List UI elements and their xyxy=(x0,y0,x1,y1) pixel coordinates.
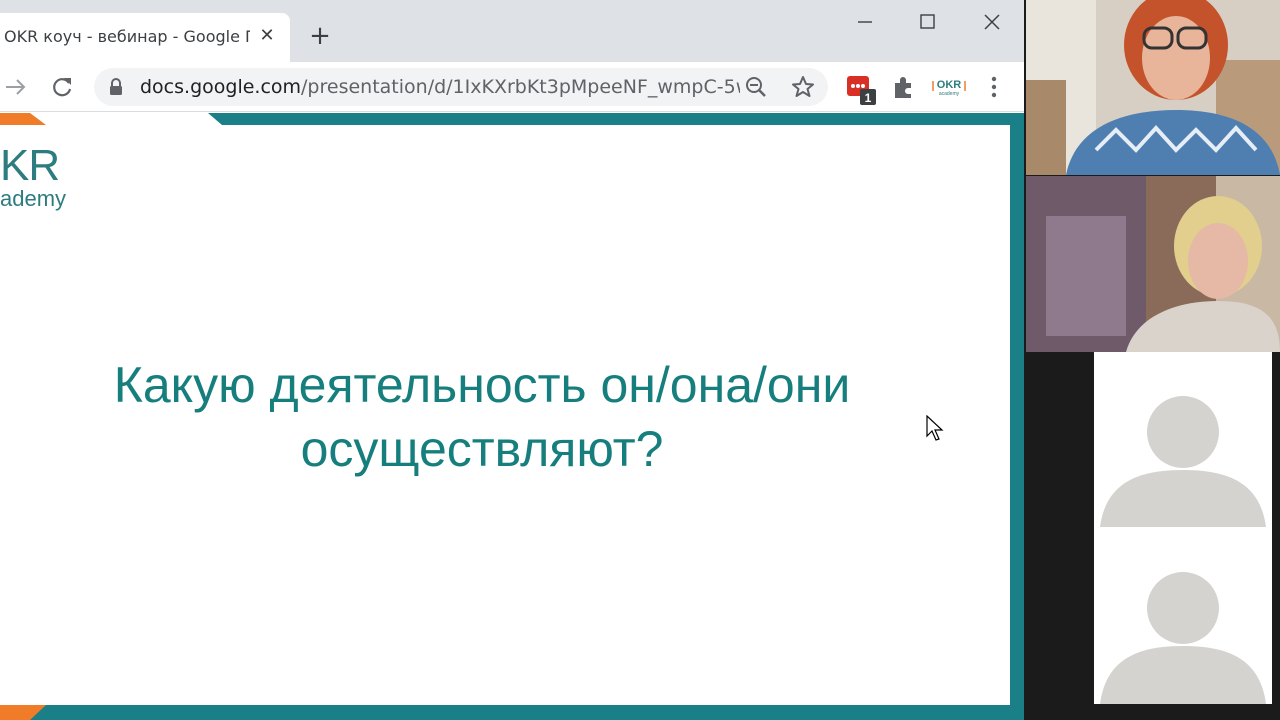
address-bar[interactable]: docs.google.com/presentation/d/1IxKXrbKt… xyxy=(94,68,828,106)
url-host: docs.google.com xyxy=(140,76,302,98)
extensions-puzzle-icon[interactable] xyxy=(891,74,917,100)
presentation-slide: KR ademy Какую деятельность он/она/они о… xyxy=(0,113,1024,720)
participant-video-2[interactable] xyxy=(1026,176,1280,352)
meet-extension-icon[interactable]: 1 xyxy=(846,75,876,105)
video-participants-panel xyxy=(1024,0,1280,720)
forward-arrow-icon[interactable] xyxy=(2,73,30,101)
lock-icon xyxy=(110,78,122,95)
okr-academy-logo: KR ademy xyxy=(0,143,80,213)
participant-2-video-image xyxy=(1026,176,1280,352)
reload-icon[interactable] xyxy=(48,73,76,101)
browser-menu-icon[interactable] xyxy=(982,74,1006,100)
url-path: /presentation/d/1IxKXrbKt3pMpeeNF_wmpC-5… xyxy=(301,76,740,98)
maximize-icon[interactable] xyxy=(908,6,948,38)
tab-presentation[interactable]: OKR коуч - вебинар - Google П ✕ xyxy=(0,13,290,62)
participant-1-video-image xyxy=(1026,0,1280,175)
user-placeholder-icon xyxy=(1094,352,1272,532)
minimize-icon[interactable] xyxy=(845,6,885,38)
bookmark-star-icon[interactable] xyxy=(790,74,816,100)
slide-question: Какую деятельность он/она/они осуществля… xyxy=(30,353,934,481)
slide-question-line-2: осуществляют? xyxy=(300,421,664,477)
okr-academy-extension-icon[interactable]: OKR academy xyxy=(930,77,968,97)
participant-avatar-3[interactable] xyxy=(1094,352,1272,532)
okr-ext-sublabel: academy xyxy=(939,91,960,97)
tab-title: OKR коуч - вебинар - Google П xyxy=(4,27,250,46)
window-close-icon[interactable] xyxy=(972,6,1012,38)
okr-ext-label: OKR xyxy=(937,79,962,91)
participant-video-1[interactable] xyxy=(1026,0,1280,175)
tab-strip: OKR коуч - вебинар - Google П ✕ + xyxy=(0,0,1024,62)
user-placeholder-icon xyxy=(1094,532,1272,704)
logo-academy: ademy xyxy=(0,186,67,211)
browser-window: OKR коуч - вебинар - Google П ✕ + docs.g… xyxy=(0,0,1024,720)
meet-badge-count: 1 xyxy=(865,91,872,105)
tab-close-icon[interactable]: ✕ xyxy=(256,25,278,47)
slide-question-line-1: Какую деятельность он/она/они xyxy=(113,357,851,413)
mouse-cursor-icon xyxy=(926,415,944,441)
logo-kr: KR xyxy=(0,141,60,190)
participant-avatar-4[interactable] xyxy=(1094,532,1272,704)
zoom-icon[interactable] xyxy=(744,75,768,99)
url-text: docs.google.com/presentation/d/1IxKXrbKt… xyxy=(140,76,740,98)
screen: OKR коуч - вебинар - Google П ✕ + docs.g… xyxy=(0,0,1280,720)
new-tab-button[interactable]: + xyxy=(306,22,334,50)
